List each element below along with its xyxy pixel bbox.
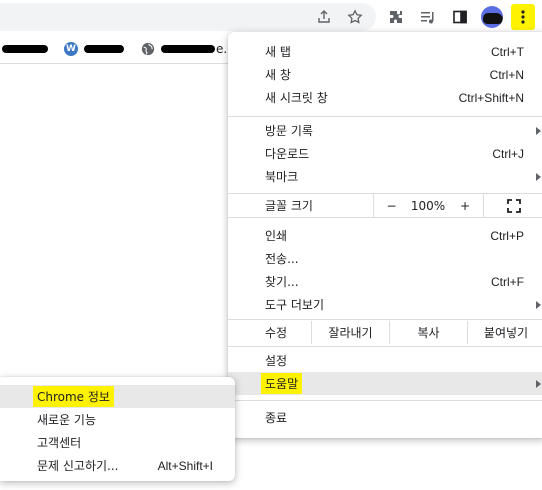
shortcut-label: Ctrl+Shift+N [458, 90, 524, 105]
help-submenu: Chrome 정보 새로운 기능 고객센터 문제 신고하기... Alt+Shi… [0, 377, 235, 481]
kebab-menu-icon [521, 10, 525, 24]
submenu-item-label: Chrome 정보 [33, 386, 114, 407]
wordpress-icon: W [64, 42, 78, 56]
menu-item-exit[interactable]: 종료 [228, 406, 542, 429]
zoom-out-button[interactable]: − [373, 194, 409, 217]
menu-item-settings[interactable]: 설정 [228, 349, 542, 372]
chrome-menu-button[interactable] [511, 4, 535, 30]
fullscreen-button[interactable] [483, 194, 542, 217]
cut-button[interactable]: 잘라내기 [311, 321, 389, 344]
bookmark-item[interactable]: W [64, 41, 124, 57]
menu-item-label: 새 창 [265, 68, 291, 82]
shortcut-label: Ctrl+J [492, 146, 524, 161]
menu-item-print[interactable]: 인쇄 Ctrl+P [228, 224, 542, 247]
menu-item-label: 새 탭 [265, 45, 291, 59]
browser-toolbar [0, 0, 542, 34]
extensions-icon[interactable] [385, 6, 407, 28]
shortcut-label: Alt+Shift+I [157, 458, 213, 473]
submenu-item-whats-new[interactable]: 새로운 기능 [0, 408, 235, 431]
edit-label: 수정 [265, 326, 288, 340]
menu-item-history[interactable]: 방문 기록 [228, 119, 542, 142]
profile-avatar[interactable] [481, 6, 503, 28]
submenu-item-help-center[interactable]: 고객센터 [0, 431, 235, 454]
menu-item-new-window[interactable]: 새 창 Ctrl+N [228, 63, 542, 86]
submenu-arrow-icon [536, 173, 541, 181]
shortcut-label: Ctrl+P [490, 228, 524, 243]
menu-separator [228, 346, 542, 347]
menu-item-help[interactable]: 도움말 [228, 372, 542, 395]
redacted-mark [84, 45, 124, 53]
shortcut-label: Ctrl+N [489, 67, 524, 82]
menu-separator [228, 400, 542, 401]
zoom-in-button[interactable]: + [447, 194, 483, 217]
menu-item-label: 찾기... [265, 275, 299, 289]
submenu-item-about-chrome[interactable]: Chrome 정보 [0, 385, 235, 408]
submenu-item-label: 고객센터 [37, 436, 82, 450]
menu-item-label: 전송... [265, 252, 299, 266]
shortcut-label: Ctrl+T [491, 44, 524, 59]
chrome-main-menu: 새 탭 Ctrl+T 새 창 Ctrl+N 새 시크릿 창 Ctrl+Shift… [228, 32, 542, 438]
bookmark-star-icon[interactable] [344, 6, 366, 28]
redacted-mark [483, 13, 503, 24]
fullscreen-icon [507, 198, 521, 213]
menu-item-more-tools[interactable]: 도구 더보기 [228, 293, 542, 316]
copy-button[interactable]: 복사 [389, 321, 467, 344]
submenu-item-label: 문제 신고하기... [37, 459, 119, 473]
menu-item-new-incognito[interactable]: 새 시크릿 창 Ctrl+Shift+N [228, 86, 542, 109]
side-panel-icon[interactable] [449, 6, 471, 28]
shortcut-label: Ctrl+F [491, 274, 524, 289]
redacted-mark [2, 45, 48, 53]
submenu-arrow-icon [536, 301, 541, 309]
menu-item-new-tab[interactable]: 새 탭 Ctrl+T [228, 40, 542, 63]
edit-row: 수정 잘라내기 복사 붙여넣기 [228, 321, 542, 344]
menu-item-downloads[interactable]: 다운로드 Ctrl+J [228, 142, 542, 165]
menu-item-label: 도구 더보기 [265, 298, 325, 312]
menu-separator [228, 319, 542, 320]
menu-item-label: 설정 [265, 354, 288, 368]
share-icon[interactable] [313, 6, 335, 28]
menu-item-label: 다운로드 [265, 147, 310, 161]
media-control-icon[interactable] [417, 6, 439, 28]
zoom-level: 100% [410, 198, 446, 213]
submenu-item-label: 새로운 기능 [37, 413, 97, 427]
menu-item-label: 새 시크릿 창 [265, 91, 328, 105]
menu-item-label: 종료 [265, 411, 288, 425]
submenu-arrow-icon [536, 127, 541, 135]
submenu-arrow-icon [536, 380, 541, 388]
submenu-item-report-issue[interactable]: 문제 신고하기... Alt+Shift+I [0, 454, 235, 477]
menu-item-label: 북마크 [265, 170, 299, 184]
zoom-row: 글꼴 크기 − 100% + [228, 194, 542, 217]
menu-item-label: 방문 기록 [265, 124, 313, 138]
menu-separator [228, 217, 542, 218]
bookmark-item[interactable] [2, 41, 48, 57]
menu-separator [228, 116, 542, 117]
menu-item-label: 인쇄 [265, 229, 288, 243]
menu-item-label: 도움말 [261, 373, 303, 394]
menu-item-find[interactable]: 찾기... Ctrl+F [228, 270, 542, 293]
globe-icon [141, 42, 155, 56]
paste-button[interactable]: 붙여넣기 [467, 321, 542, 344]
menu-item-cast[interactable]: 전송... [228, 247, 542, 270]
zoom-label: 글꼴 크기 [265, 199, 313, 213]
menu-item-bookmarks[interactable]: 북마크 [228, 165, 542, 188]
redacted-mark [161, 45, 215, 53]
